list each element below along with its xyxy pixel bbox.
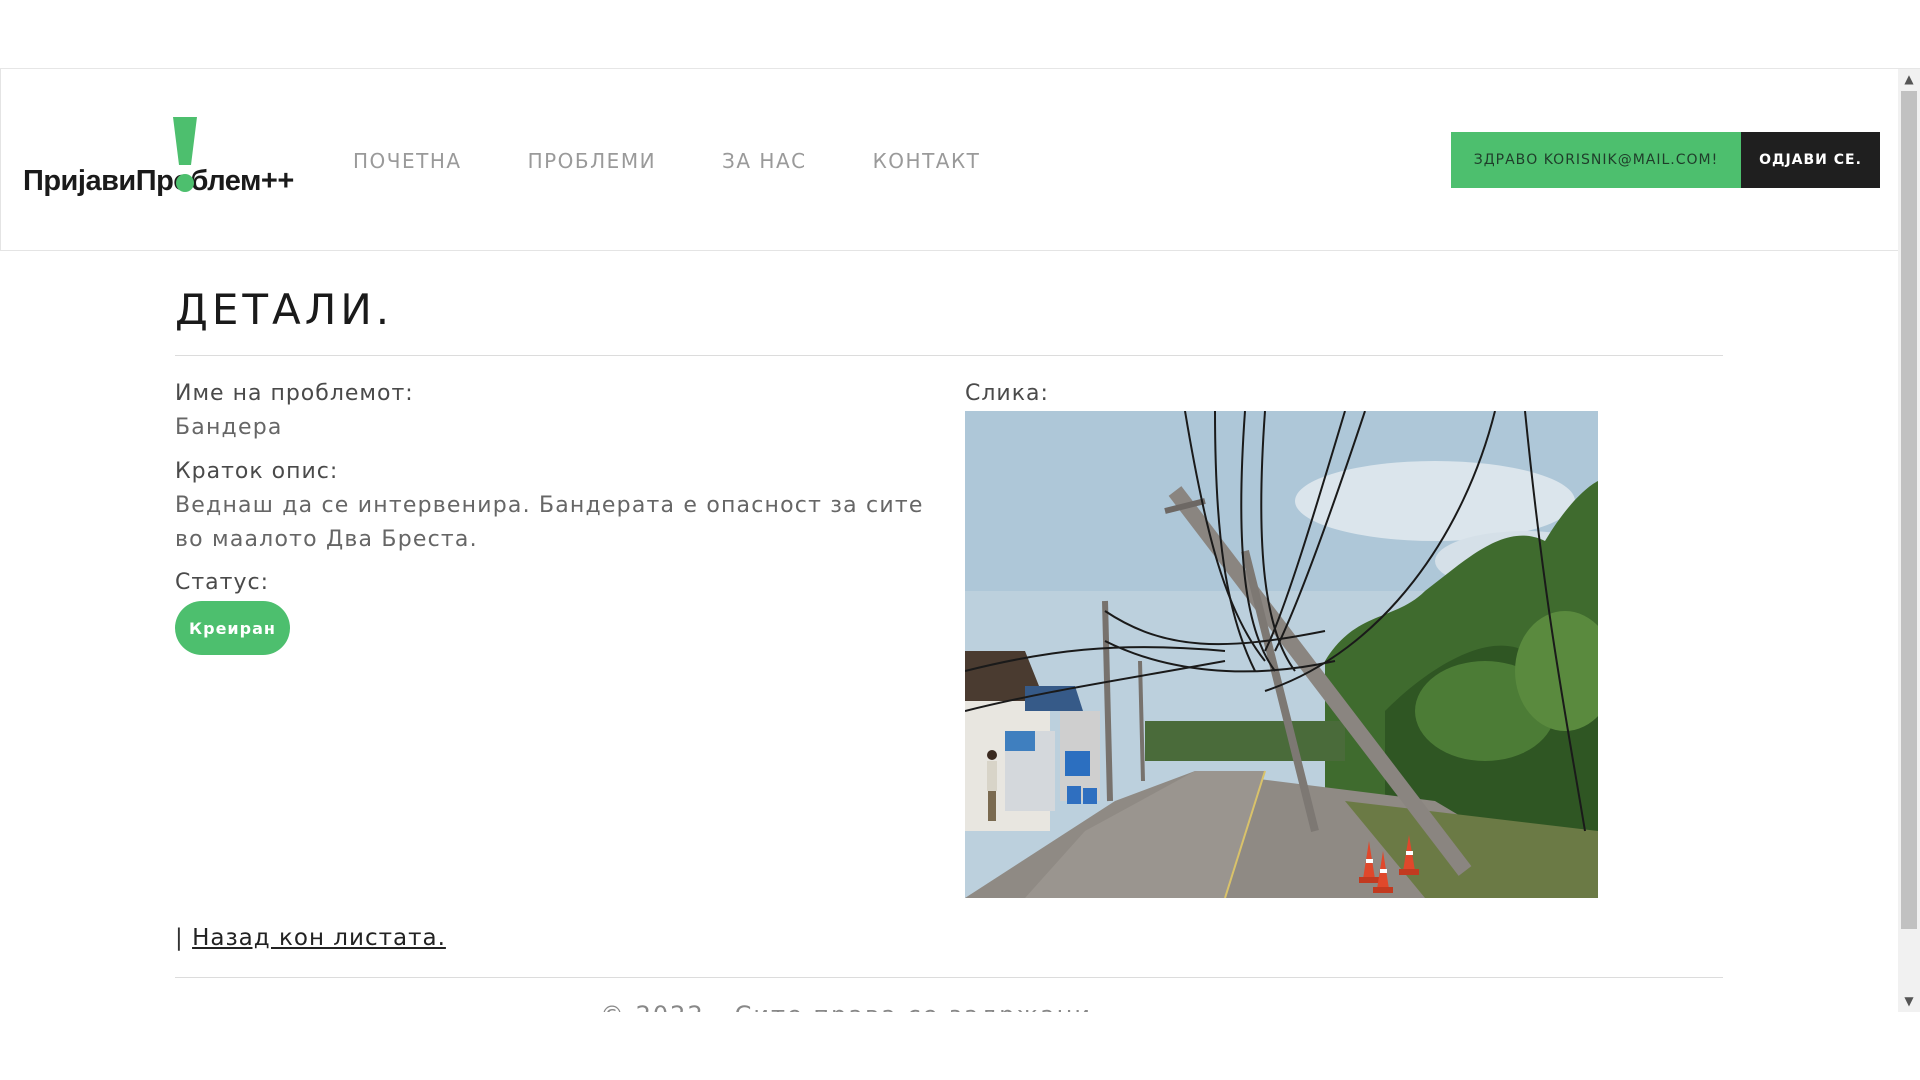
logo-o-dot-icon xyxy=(176,174,194,192)
site-header: ПријавиПроблем++ ПОЧЕТНА ПРОБЛЕМИ ЗА НАС… xyxy=(0,69,1898,251)
user-box: ЗДРАВО KORISNIK@MAIL.COM! ОДЈАВИ СЕ. xyxy=(1451,132,1880,188)
nav-about[interactable]: ЗА НАС xyxy=(722,149,807,173)
scroll-up-icon[interactable]: ▲ xyxy=(1903,73,1915,85)
status-label: Статус: xyxy=(175,570,270,595)
back-to-list-link[interactable]: Назад кон листата. xyxy=(192,925,446,951)
footer-copyright: © 2022 - Сите права се задржани xyxy=(600,1001,1092,1012)
nav-home[interactable]: ПОЧЕТНА xyxy=(353,149,462,173)
description-label: Краток опис: xyxy=(175,459,339,484)
logo-text: ПријавиПроблем++ xyxy=(23,165,294,197)
site-logo[interactable]: ПријавиПроблем++ xyxy=(21,117,301,207)
footer-divider xyxy=(175,977,1723,978)
image-label: Слика: xyxy=(965,381,1049,406)
vertical-scrollbar[interactable]: ▲ ▼ xyxy=(1898,69,1920,1012)
main-nav: ПОЧЕТНА ПРОБЛЕМИ ЗА НАС КОНТАКТ xyxy=(353,149,1046,173)
logout-button[interactable]: ОДЈАВИ СЕ. xyxy=(1741,132,1880,188)
status-badge: Креиран xyxy=(175,601,290,655)
description-value: Веднаш да се интервенира. Бандерата е оп… xyxy=(175,493,924,552)
problem-name-value: Бандера xyxy=(175,415,283,440)
page-title: ДЕТАЛИ. xyxy=(175,285,394,334)
back-link-row: | Назад кон листата. xyxy=(175,925,446,951)
title-divider xyxy=(175,355,1723,356)
browser-viewport: ПријавиПроблем++ ПОЧЕТНА ПРОБЛЕМИ ЗА НАС… xyxy=(0,68,1920,1012)
nav-problems[interactable]: ПРОБЛЕМИ xyxy=(528,149,656,173)
user-greeting[interactable]: ЗДРАВО KORISNIK@MAIL.COM! xyxy=(1451,132,1741,188)
street-pole-image xyxy=(965,411,1598,898)
problem-photo xyxy=(965,411,1598,898)
scroll-down-icon[interactable]: ▼ xyxy=(1903,995,1915,1007)
scroll-thumb[interactable] xyxy=(1901,91,1917,929)
nav-contact[interactable]: КОНТАКТ xyxy=(873,149,981,173)
back-link-prefix: | xyxy=(175,925,193,951)
problem-name-label: Име на проблемот: xyxy=(175,381,414,406)
